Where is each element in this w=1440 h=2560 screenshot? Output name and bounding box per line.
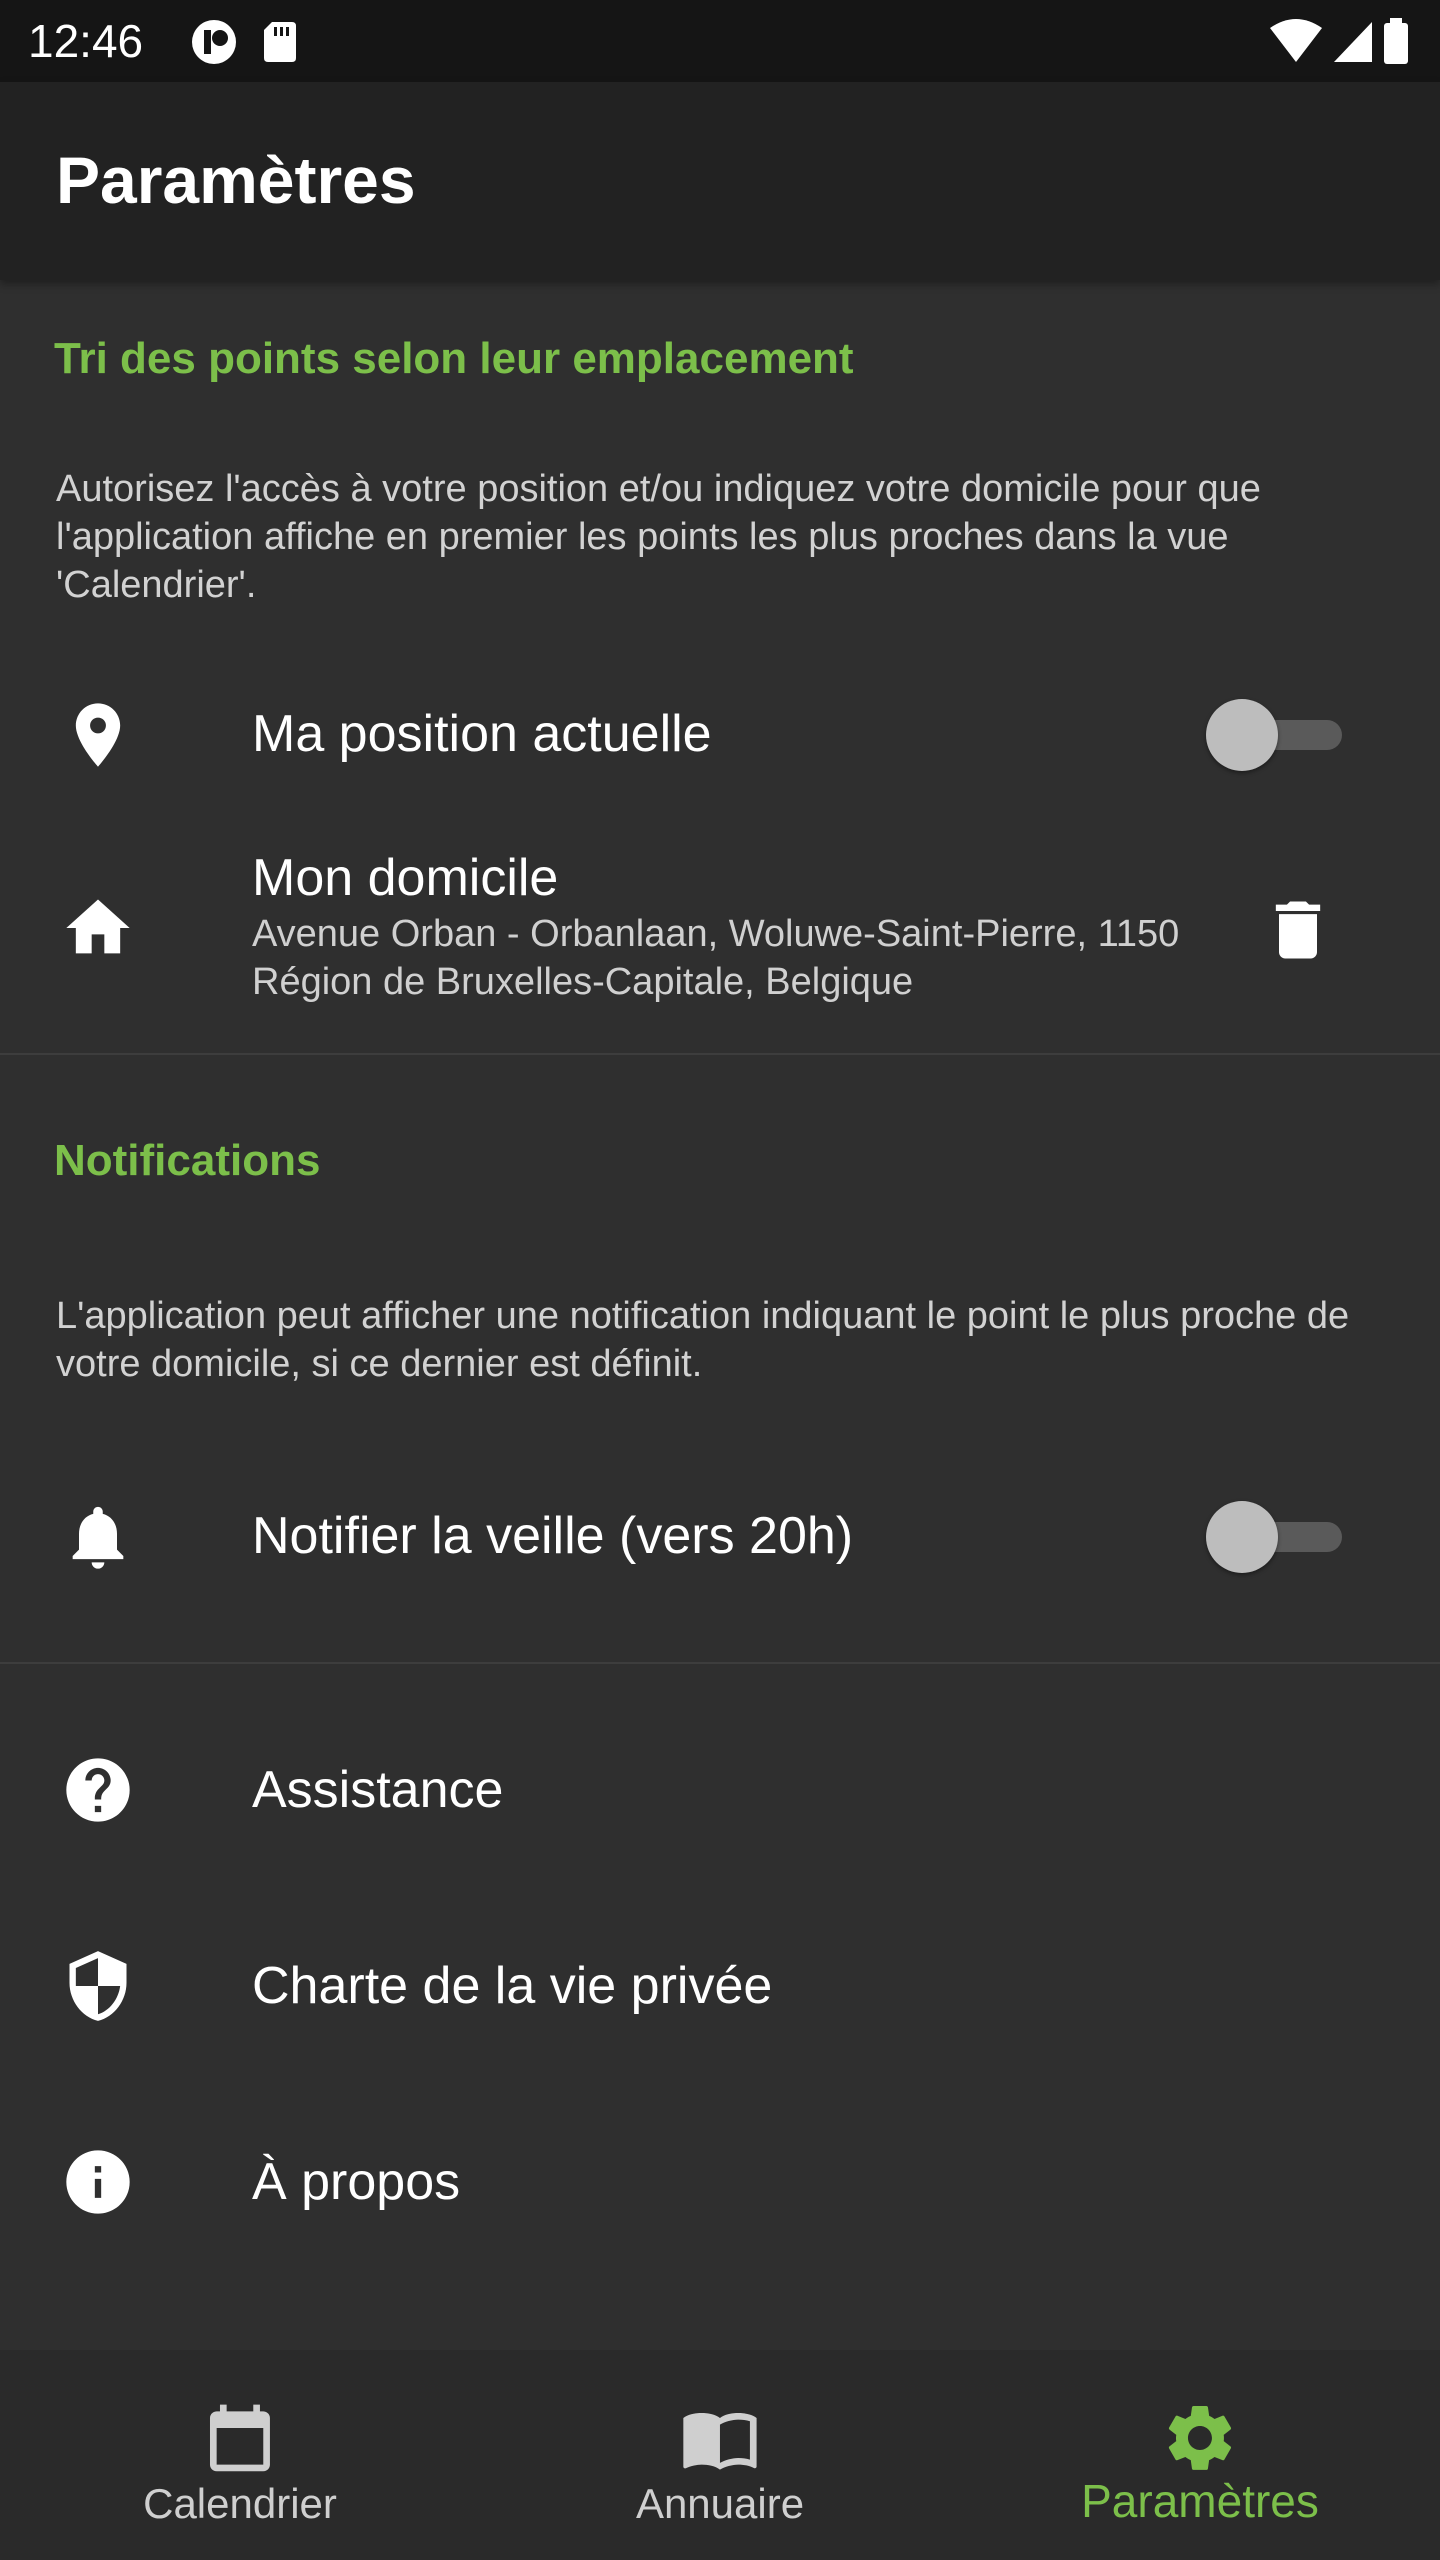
nav-label: Calendrier xyxy=(143,2480,337,2527)
shield-icon xyxy=(69,1951,127,2021)
section-divider xyxy=(0,1053,1440,1055)
notify-label: Notifier la veille (vers 20h) xyxy=(252,1507,854,1565)
home-icon xyxy=(66,899,130,954)
location-section-title: Tri des points selon leur emplacement xyxy=(54,334,854,383)
bell-icon xyxy=(72,1506,124,1569)
calendar-icon xyxy=(209,2404,270,2472)
notification-app-icon xyxy=(192,20,236,64)
home-address: Avenue Orban - Orbanlaan, Woluwe-Saint-P… xyxy=(252,913,1180,1003)
delete-icon[interactable] xyxy=(1260,892,1336,968)
current-position-row[interactable]: Ma position actuelle xyxy=(0,680,1440,790)
status-right-icons xyxy=(1268,18,1418,71)
nav-label: Paramètres xyxy=(1081,2475,1319,2527)
app-bar: Paramètres xyxy=(0,82,1440,280)
link-about[interactable]: À propos xyxy=(0,2122,1440,2242)
location-section-description: Autorisez l'accès à votre position et/ou… xyxy=(56,468,1261,606)
bottom-navigation: Calendrier Annuaire Paramètres xyxy=(0,2350,1440,2560)
help-icon xyxy=(66,1758,130,1822)
nav-label: Annuaire xyxy=(635,2480,805,2527)
nav-directory[interactable]: Annuaire xyxy=(480,2350,960,2560)
link-label: Charte de la vie privée xyxy=(252,1957,773,2015)
home-row[interactable]: Mon domicile Avenue Orban - Orbanlaan, W… xyxy=(0,840,1440,1020)
book-icon xyxy=(683,2412,757,2470)
section-divider xyxy=(0,1662,1440,1664)
info-icon xyxy=(66,2150,130,2214)
status-time: 12:46 xyxy=(28,15,144,67)
notifications-section-title: Notifications xyxy=(54,1136,321,1185)
current-position-label: Ma position actuelle xyxy=(252,705,712,763)
notify-toggle[interactable] xyxy=(1206,1501,1342,1573)
notifications-section-description: L'application peut afficher une notifica… xyxy=(56,1295,1350,1385)
battery-icon xyxy=(1384,18,1408,64)
toggle-thumb xyxy=(1206,1501,1278,1573)
home-label: Mon domicile xyxy=(252,849,559,907)
toggle-thumb xyxy=(1206,699,1278,771)
settings-gear-icon xyxy=(1168,2405,1232,2470)
link-label: Assistance xyxy=(252,1761,504,1819)
page-title: Paramètres xyxy=(56,143,416,217)
wifi-icon xyxy=(1270,19,1322,62)
status-bar: 12:46 xyxy=(0,0,1440,82)
nav-settings[interactable]: Paramètres xyxy=(960,2350,1440,2560)
status-left-icons xyxy=(188,18,308,71)
signal-icon xyxy=(1334,22,1372,62)
notify-row[interactable]: Notifier la veille (vers 20h) xyxy=(0,1482,1440,1592)
sd-card-icon xyxy=(264,22,296,62)
link-assistance[interactable]: Assistance xyxy=(0,1730,1440,1850)
current-position-toggle[interactable] xyxy=(1206,699,1342,771)
link-privacy-charter[interactable]: Charte de la vie privée xyxy=(0,1926,1440,2046)
link-label: À propos xyxy=(252,2153,461,2211)
nav-calendar[interactable]: Calendrier xyxy=(0,2350,480,2560)
location-pin-icon xyxy=(75,703,121,767)
